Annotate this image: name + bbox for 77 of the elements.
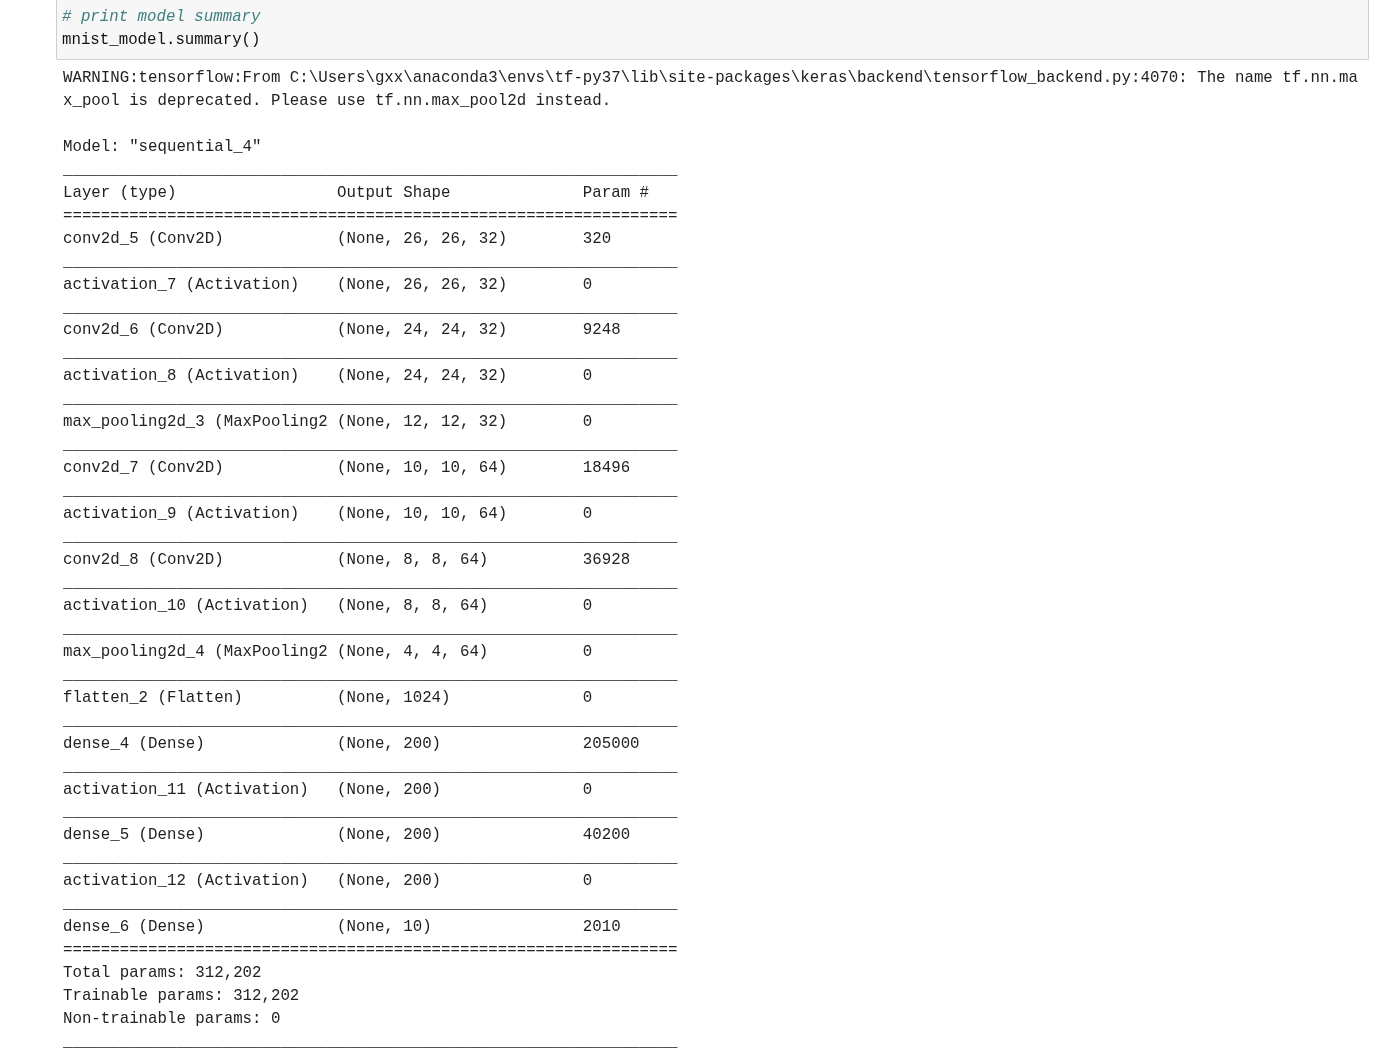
table-cell: max_pooling2d_4 (MaxPooling2 xyxy=(63,642,328,661)
table-cell: (None, 26, 26, 32) xyxy=(337,275,508,294)
separator-line: _________________________________________________________________ xyxy=(63,344,678,363)
table-cell: max_pooling2d_3 (MaxPooling2 xyxy=(63,413,328,432)
separator-line: _________________________________________________________________ xyxy=(63,390,678,409)
table-cell: (None, 8, 8, 64) xyxy=(337,596,489,615)
table-cell: 0 xyxy=(582,780,593,799)
table-cell: (None, 200) xyxy=(337,780,442,799)
separator-line: _________________________________________________________________ xyxy=(63,436,678,455)
table-cell: activation_12 (Activation) xyxy=(63,872,309,891)
table-cell: dense_4 (Dense) xyxy=(63,734,205,753)
separator-line: _________________________________________________________________ xyxy=(63,528,678,547)
separator-line: ================================================================= xyxy=(63,206,678,225)
table-cell: (None, 200) xyxy=(337,826,442,845)
column-header: Layer (type) xyxy=(63,183,177,202)
code-comment: # print model summary xyxy=(62,8,261,26)
table-cell: 320 xyxy=(582,229,612,248)
column-header: Output Shape xyxy=(337,183,451,202)
table-cell: activation_7 (Activation) xyxy=(63,275,300,294)
table-cell: 36928 xyxy=(582,551,631,569)
summary-text: Non-trainable params: 0 xyxy=(63,1010,281,1029)
table-cell: 205000 xyxy=(582,734,640,753)
separator-line: _________________________________________________________________ xyxy=(63,1033,678,1051)
separator-line: _________________________________________________________________ xyxy=(63,298,678,317)
table-cell: conv2d_7 (Conv2D) xyxy=(63,459,224,478)
table-cell: activation_8 (Activation) xyxy=(63,367,300,386)
table-cell: (None, 26, 26, 32) xyxy=(337,229,508,248)
table-cell: 0 xyxy=(582,872,593,891)
table-cell: (None, 12, 12, 32) xyxy=(337,413,508,432)
table-cell: 0 xyxy=(582,505,593,524)
table-cell: 2010 xyxy=(582,918,621,937)
table-cell: (None, 1024) xyxy=(337,688,451,707)
table-cell: (None, 4, 4, 64) xyxy=(337,642,489,661)
table-cell: (None, 10, 10, 64) xyxy=(337,459,508,478)
warning-text: WARNING:tensorflow:From C:\Users\gxx\anaconda3\envs\tf-py37\lib\site-packages\keras\backend\tensorflow_backend.py:4070: The name tf.nn.max_pool is deprecated. Please use tf.nn.max_pool2d instead. xyxy=(63,69,1358,110)
table-cell: 0 xyxy=(582,275,593,294)
table-cell: 0 xyxy=(582,367,593,386)
code-line: mnist_model.summary() xyxy=(62,31,261,49)
table-cell: 9248 xyxy=(582,321,621,340)
model-name: Model: "sequential_4" xyxy=(63,137,262,156)
separator-line: _________________________________________________________________ xyxy=(63,849,678,868)
table-cell: flatten_2 (Flatten) xyxy=(63,688,243,707)
separator-line: _________________________________________________________________ xyxy=(63,160,678,179)
table-cell: activation_9 (Activation) xyxy=(63,505,300,524)
table-cell: conv2d_8 (Conv2D) xyxy=(63,551,224,569)
table-cell: (None, 24, 24, 32) xyxy=(337,367,508,386)
table-cell: (None, 200) xyxy=(337,872,442,891)
separator-line: ================================================================= xyxy=(63,941,678,960)
separator-line: _________________________________________________________________ xyxy=(63,895,678,914)
separator-line: _________________________________________________________________ xyxy=(63,665,678,684)
table-cell: 18496 xyxy=(582,459,631,478)
table-cell: 0 xyxy=(582,413,593,432)
separator-line: _________________________________________________________________ xyxy=(63,252,678,271)
table-cell: activation_11 (Activation) xyxy=(63,780,309,799)
separator-line: _________________________________________________________________ xyxy=(63,482,678,501)
separator-line: _________________________________________________________________ xyxy=(63,757,678,776)
table-cell: 40200 xyxy=(582,826,631,845)
column-header: Param # xyxy=(582,183,649,202)
separator-line: _________________________________________________________________ xyxy=(63,803,678,822)
table-cell: (None, 8, 8, 64) xyxy=(337,551,489,569)
table-cell: conv2d_6 (Conv2D) xyxy=(63,321,224,340)
table-cell: dense_5 (Dense) xyxy=(63,826,205,845)
separator-line: _________________________________________________________________ xyxy=(63,619,678,638)
table-cell: activation_10 (Activation) xyxy=(63,596,309,615)
table-cell: (None, 200) xyxy=(337,734,442,753)
summary-text: Total params: 312,202 xyxy=(63,964,262,983)
table-cell: (None, 10, 10, 64) xyxy=(337,505,508,524)
separator-line: _________________________________________________________________ xyxy=(63,711,678,730)
table-cell: 0 xyxy=(582,688,593,707)
table-cell: 0 xyxy=(582,642,593,661)
table-cell: dense_6 (Dense) xyxy=(63,918,205,937)
table-cell: (None, 24, 24, 32) xyxy=(337,321,508,340)
summary-text: Trainable params: 312,202 xyxy=(63,987,300,1006)
table-cell: (None, 10) xyxy=(337,918,432,937)
table-cell: conv2d_5 (Conv2D) xyxy=(63,229,224,248)
separator-line: _________________________________________________________________ xyxy=(63,573,678,592)
table-cell: 0 xyxy=(582,596,593,615)
